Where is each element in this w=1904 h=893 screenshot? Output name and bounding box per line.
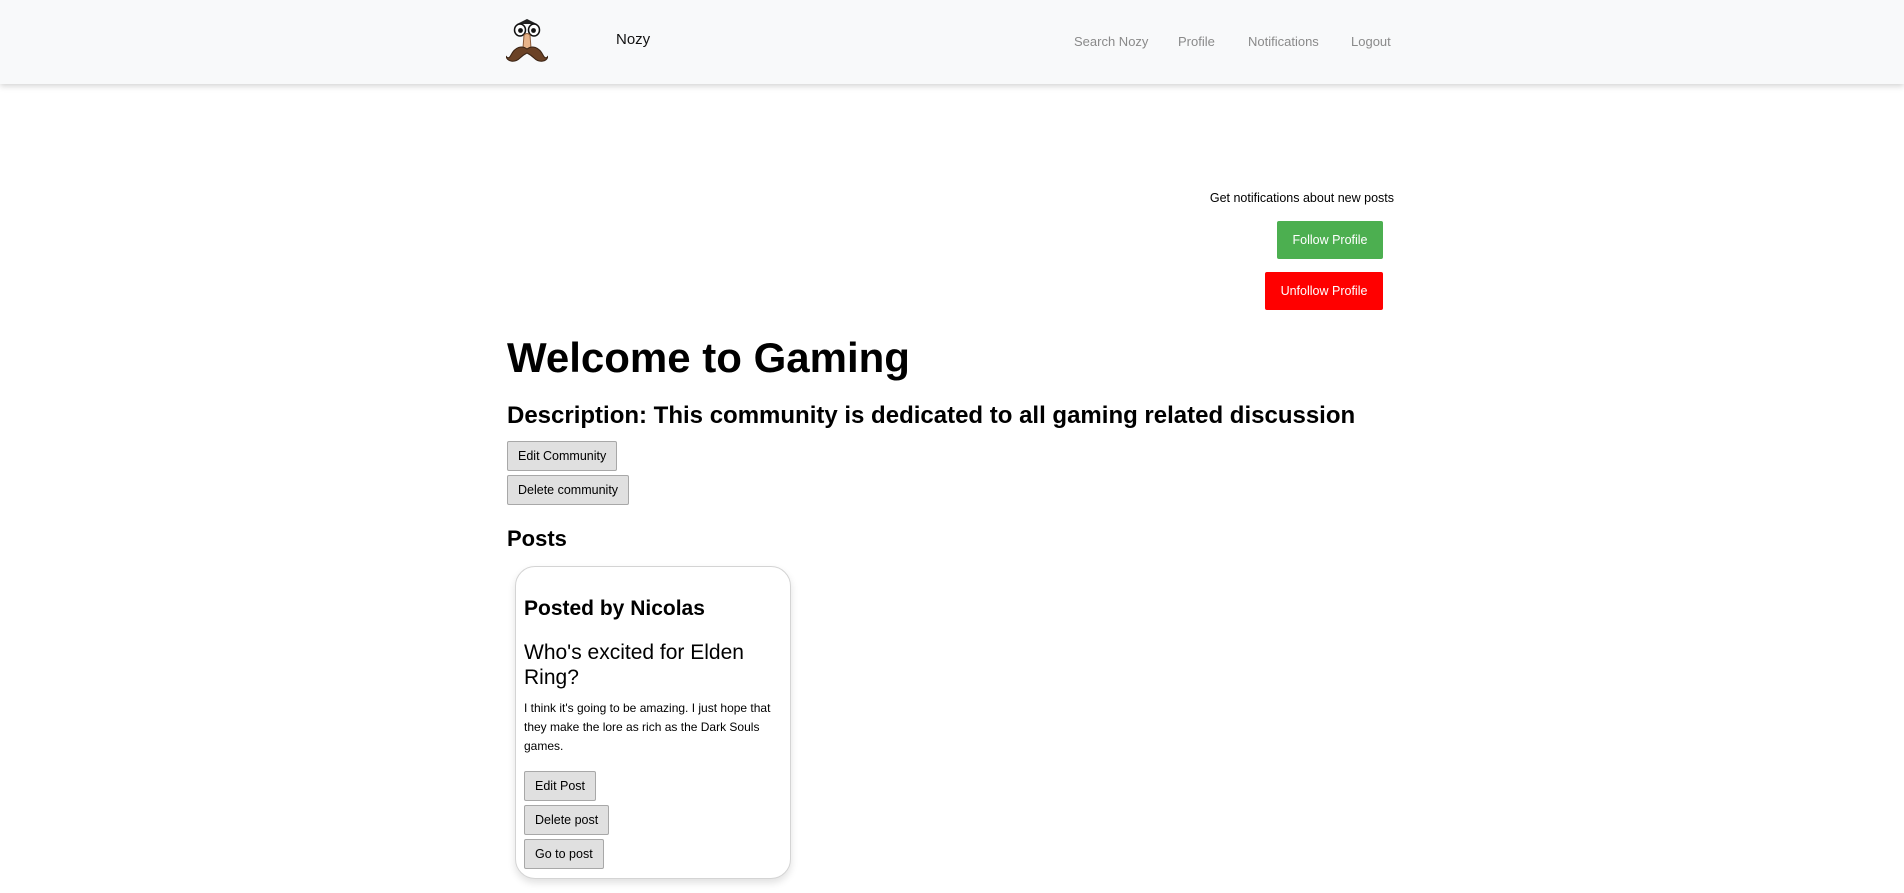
community-title: Welcome to Gaming xyxy=(507,334,910,381)
community-description: Description: This community is dedicated… xyxy=(507,402,1356,429)
delete-post-button[interactable]: Delete post xyxy=(524,805,610,835)
unfollow-profile-button[interactable]: Unfollow Profile xyxy=(1265,272,1383,310)
navbar: Nozy Search Nozy Profile Notifications L… xyxy=(0,0,1904,84)
post-title: Who's excited for Elden Ring? xyxy=(524,641,744,689)
nav-notifications[interactable]: Notifications xyxy=(1248,34,1319,49)
post-body: I think it's going to be amazing. I just… xyxy=(524,701,771,753)
post-card: Posted by Nicolas Who's excited for Elde… xyxy=(515,566,791,879)
delete-community-button[interactable]: Delete community xyxy=(507,475,630,505)
posts-heading: Posts xyxy=(507,526,567,551)
nav-search-nozy[interactable]: Search Nozy xyxy=(1074,34,1148,49)
follow-profile-button[interactable]: Follow Profile xyxy=(1277,221,1383,259)
go-to-post-button[interactable]: Go to post xyxy=(524,839,604,869)
post-author: Posted by Nicolas xyxy=(524,597,705,620)
nav-profile[interactable]: Profile xyxy=(1178,34,1215,49)
notifications-prompt: Get notifications about new posts xyxy=(1209,191,1394,205)
nav-logout[interactable]: Logout xyxy=(1351,34,1391,49)
mustache-face-logo-icon[interactable] xyxy=(505,18,549,64)
brand-name[interactable]: Nozy xyxy=(616,31,650,48)
edit-community-button[interactable]: Edit Community xyxy=(507,441,618,471)
edit-post-button[interactable]: Edit Post xyxy=(524,771,597,801)
